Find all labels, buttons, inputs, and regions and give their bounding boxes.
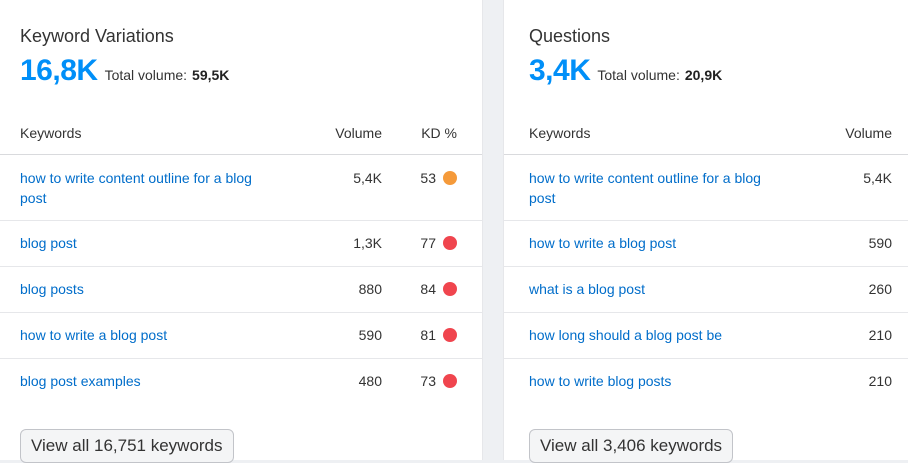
volume-value: 210: [868, 327, 892, 343]
column-header-kd[interactable]: KD %: [421, 125, 457, 141]
kd-cell: 81: [420, 325, 457, 345]
keyword-variations-panel: Keyword Variations 16,8K Total volume: 5…: [0, 0, 483, 463]
keyword-count: 16,8K: [20, 54, 98, 87]
keyword-link[interactable]: blog post: [20, 233, 77, 253]
table-row: how long should a blog post be 210: [504, 313, 908, 359]
volume-value: 590: [358, 327, 382, 343]
volume-value: 880: [358, 281, 382, 297]
table-row: blog post 1,3K 77: [0, 221, 482, 267]
question-link[interactable]: how to write a blog post: [529, 233, 676, 253]
column-header-volume[interactable]: Volume: [335, 125, 382, 141]
keyword-link[interactable]: blog posts: [20, 279, 84, 299]
volume-value: 1,3K: [353, 235, 382, 251]
table-row: how to write content outline for a blog p…: [0, 155, 482, 221]
kd-cell: 84: [420, 279, 457, 299]
summary: 3,4K Total volume: 20,9K: [529, 54, 722, 88]
difficulty-dot-icon: [443, 236, 457, 250]
kd-value: 73: [420, 373, 436, 389]
questions-panel: Questions 3,4K Total volume: 20,9K Keywo…: [503, 0, 908, 463]
kd-cell: 53: [420, 168, 457, 188]
table-header: Keywords Volume KD %: [0, 120, 482, 155]
question-link[interactable]: what is a blog post: [529, 279, 645, 299]
table-header: Keywords Volume: [504, 120, 908, 155]
table-row: how to write content outline for a blog p…: [504, 155, 908, 221]
table-row: how to write a blog post 590 81: [0, 313, 482, 359]
volume-value: 5,4K: [863, 170, 892, 186]
kd-value: 81: [420, 327, 436, 343]
keyword-link[interactable]: blog post examples: [20, 371, 141, 391]
volume-value: 590: [868, 235, 892, 251]
difficulty-dot-icon: [443, 282, 457, 296]
question-link[interactable]: how to write blog posts: [529, 371, 671, 391]
volume-value: 210: [868, 373, 892, 389]
summary: 16,8K Total volume: 59,5K: [20, 54, 229, 88]
table-row: blog posts 880 84: [0, 267, 482, 313]
question-link[interactable]: how to write content outline for a blog p…: [529, 168, 761, 208]
column-header-volume[interactable]: Volume: [845, 125, 892, 141]
column-header-keywords: Keywords: [20, 125, 82, 141]
volume-value: 5,4K: [353, 170, 382, 186]
volume-value: 260: [868, 281, 892, 297]
panel-title: Keyword Variations: [20, 26, 174, 46]
total-volume-value: 59,5K: [192, 67, 230, 83]
question-link[interactable]: how long should a blog post be: [529, 325, 722, 345]
total-volume-value: 20,9K: [684, 67, 723, 83]
table-row: how to write blog posts 210: [504, 359, 908, 404]
difficulty-dot-icon: [443, 328, 457, 342]
volume-value: 480: [358, 373, 382, 389]
kd-value: 84: [420, 281, 436, 297]
keyword-link[interactable]: how to write a blog post: [20, 325, 167, 345]
table-row: how to write a blog post 590: [504, 221, 908, 267]
total-volume-label: Total volume:: [104, 67, 188, 83]
kd-cell: 77: [420, 233, 457, 253]
table-row: what is a blog post 260: [504, 267, 908, 313]
panel-title: Questions: [529, 26, 611, 46]
keyword-link[interactable]: how to write content outline for a blog p…: [20, 168, 252, 208]
column-header-keywords: Keywords: [529, 125, 591, 141]
total-volume-label: Total volume:: [597, 67, 680, 83]
view-all-questions-button[interactable]: View all 3,406 keywords: [529, 429, 734, 463]
kd-value: 77: [420, 235, 436, 251]
question-count: 3,4K: [529, 54, 591, 87]
kd-cell: 73: [420, 371, 457, 391]
kd-value: 53: [420, 170, 436, 186]
view-all-keywords-button[interactable]: View all 16,751 keywords: [20, 429, 234, 463]
difficulty-dot-icon: [443, 374, 457, 388]
difficulty-dot-icon: [443, 171, 457, 185]
table-row: blog post examples 480 73: [0, 359, 482, 404]
